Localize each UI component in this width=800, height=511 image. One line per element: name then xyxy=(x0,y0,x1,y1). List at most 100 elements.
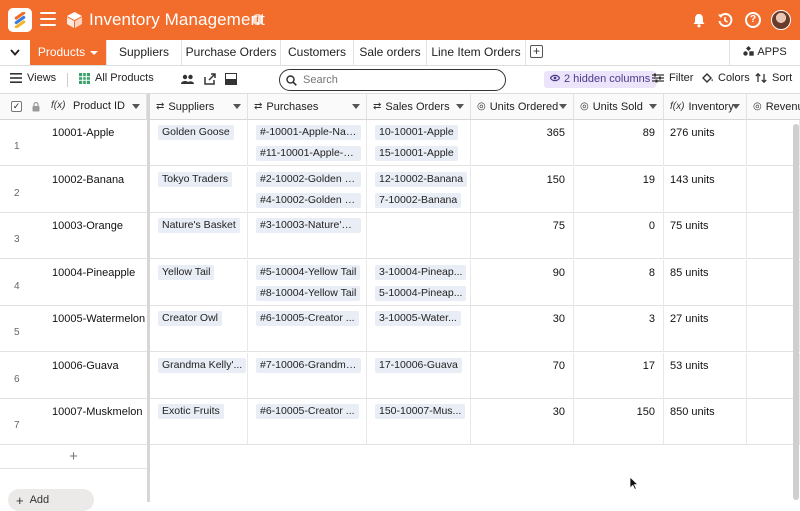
export-icon[interactable] xyxy=(204,73,216,85)
cell-purchases[interactable]: #6-10005-Creator ... xyxy=(248,399,367,445)
views-button[interactable]: Views xyxy=(10,72,56,84)
cell-sales[interactable]: 17-10006-Guava xyxy=(367,352,471,399)
column-header-units-sold[interactable]: ◎ Units Sold xyxy=(574,94,664,120)
cell-units-sold[interactable]: 3 xyxy=(574,306,664,352)
cell-num[interactable]: 7 10007-Muskmelon xyxy=(0,399,147,445)
column-menu-chevron-icon[interactable] xyxy=(732,104,740,109)
purchase-link-chip[interactable]: #7-10006-Grandma... xyxy=(256,357,361,373)
tab-line-item-orders[interactable]: Line Item Orders xyxy=(427,40,526,65)
add-button[interactable]: + Add xyxy=(8,489,94,511)
tab-suppliers[interactable]: Suppliers xyxy=(107,40,182,65)
vertical-scrollbar[interactable] xyxy=(793,124,799,500)
cell-inventory[interactable]: 143 units xyxy=(664,166,747,213)
supplier-link-chip[interactable]: Creator Owl xyxy=(158,311,223,326)
apps-button[interactable]: APPS xyxy=(729,40,800,65)
cell-inventory[interactable]: 85 units xyxy=(664,259,747,306)
column-header-purchases[interactable]: ⇄ Purchases xyxy=(248,94,367,120)
tab-customers[interactable]: Customers xyxy=(281,40,354,65)
sales-order-link-chip[interactable]: 150-10007-Mus... xyxy=(375,404,466,419)
sort-button[interactable]: Sort xyxy=(755,72,792,84)
cell-units-ordered[interactable]: 70 xyxy=(471,352,574,399)
purchase-link-chip[interactable]: #6-10005-Creator ... xyxy=(256,311,359,326)
cell-supplier[interactable]: Creator Owl xyxy=(150,306,248,352)
cell-sales[interactable]: 150-10007-Mus... xyxy=(367,399,471,445)
column-header-suppliers[interactable]: ⇄ Suppliers xyxy=(150,94,248,120)
purchase-link-chip[interactable]: #5-10004-Yellow Tail xyxy=(256,264,361,280)
purchase-link-chip[interactable]: #6-10005-Creator ... xyxy=(256,404,359,419)
cell-num[interactable]: 1 10001-Apple xyxy=(0,120,147,166)
stackby-logo-icon[interactable] xyxy=(8,8,32,32)
cell-purchases[interactable]: #-10001-Apple-Nat... #11-10001-Apple-N... xyxy=(248,120,367,166)
cell-supplier[interactable]: Nature's Basket xyxy=(150,213,248,259)
table-row[interactable]: 6 10006-Guava Grandma Kelly'... #7-10006-Gr… xyxy=(0,352,800,399)
cell-units-sold[interactable]: 17 xyxy=(574,352,664,399)
cell-sales[interactable]: 10-10001-Apple 15-10001-Apple xyxy=(367,120,471,166)
tab-products[interactable]: Products xyxy=(30,40,107,65)
purchase-link-chip[interactable]: #2-10002-Golden G... xyxy=(256,171,361,187)
cell-inventory[interactable]: 276 units xyxy=(664,120,747,166)
cell-num[interactable]: 3 10003-Orange xyxy=(0,213,147,259)
supplier-link-chip[interactable]: Exotic Fruits xyxy=(158,404,224,419)
column-header-inventory[interactable]: f(x) Inventory xyxy=(664,94,747,120)
cell-purchases[interactable]: #7-10006-Grandma... xyxy=(248,352,367,399)
cell-sales[interactable]: 12-10002-Banana 7-10002-Banana xyxy=(367,166,471,213)
supplier-link-chip[interactable]: Tokyo Traders xyxy=(158,171,232,187)
table-row[interactable]: 7 10007-Muskmelon Exotic Fruits #6-10005-Cr… xyxy=(0,399,800,445)
cell-units-ordered[interactable]: 150 xyxy=(471,166,574,213)
cell-units-ordered[interactable]: 90 xyxy=(471,259,574,306)
select-all-checkbox[interactable]: ✓ xyxy=(11,101,22,112)
column-menu-chevron-icon[interactable] xyxy=(649,104,657,109)
cell-units-ordered[interactable]: 75 xyxy=(471,213,574,259)
column-menu-chevron-icon[interactable] xyxy=(456,104,464,109)
add-row-button[interactable]: + xyxy=(0,445,147,469)
table-row[interactable]: 5 10005-Watermelon Creator Owl #6-10005-Cre… xyxy=(0,306,800,352)
column-header-sales-orders[interactable]: ⇄ Sales Orders xyxy=(367,94,471,120)
cell-sales[interactable]: 3-10004-Pineap... 5-10004-Pineap... xyxy=(367,259,471,306)
cell-num[interactable]: 2 10002-Banana xyxy=(0,167,147,213)
history-icon[interactable] xyxy=(717,12,733,28)
add-table-button[interactable]: + xyxy=(530,45,543,58)
cell-supplier[interactable]: Tokyo Traders xyxy=(150,166,248,213)
cell-units-sold[interactable]: 8 xyxy=(574,259,664,306)
cell-units-sold[interactable]: 89 xyxy=(574,120,664,166)
purchase-link-chip[interactable]: #11-10001-Apple-N... xyxy=(256,146,361,161)
table-row[interactable]: 4 10004-Pineapple Yellow Tail #5-10004-Yell… xyxy=(0,259,800,306)
cell-inventory[interactable]: 27 units xyxy=(664,306,747,352)
cell-sales[interactable]: 3-10005-Water... xyxy=(367,306,471,352)
row-height-icon[interactable] xyxy=(225,73,237,85)
supplier-link-chip[interactable]: Grandma Kelly'... xyxy=(158,357,247,373)
cell-supplier[interactable]: Golden Goose xyxy=(150,120,248,166)
hidden-columns-button[interactable]: 2 hidden columns xyxy=(544,71,657,88)
cell-inventory[interactable]: 75 units xyxy=(664,213,747,259)
sales-order-link-chip[interactable]: 17-10006-Guava xyxy=(375,357,462,373)
column-menu-chevron-icon[interactable] xyxy=(352,104,360,109)
avatar[interactable] xyxy=(771,10,791,30)
cell-sales[interactable] xyxy=(367,213,471,259)
purchase-link-chip[interactable]: #3-10003-Nature's ... xyxy=(256,218,361,233)
cell-supplier[interactable]: Grandma Kelly'... xyxy=(150,352,248,399)
cell-units-sold[interactable]: 150 xyxy=(574,399,664,445)
cell-inventory[interactable]: 850 units xyxy=(664,399,747,445)
cell-supplier[interactable]: Exotic Fruits xyxy=(150,399,248,445)
column-menu-chevron-icon[interactable] xyxy=(559,104,567,109)
bell-icon[interactable] xyxy=(691,12,707,28)
cell-units-ordered[interactable]: 30 xyxy=(471,306,574,352)
view-selector[interactable]: All Products xyxy=(79,72,154,84)
purchase-link-chip[interactable]: #8-10004-Yellow Tail xyxy=(256,285,361,301)
column-header-revenue[interactable]: ◎ Revenu xyxy=(747,94,800,120)
cell-purchases[interactable]: #6-10005-Creator ... xyxy=(248,306,367,352)
hamburger-icon[interactable] xyxy=(40,12,56,26)
cell-num[interactable]: 5 10005-Watermelon xyxy=(0,306,147,352)
cell-units-ordered[interactable]: 30 xyxy=(471,399,574,445)
info-icon[interactable]: i xyxy=(252,14,263,25)
column-menu-chevron-icon[interactable] xyxy=(233,104,241,109)
colors-button[interactable]: Colors xyxy=(701,72,750,84)
cell-purchases[interactable]: #3-10003-Nature's ... xyxy=(248,213,367,259)
supplier-link-chip[interactable]: Golden Goose xyxy=(158,125,234,140)
column-header-product-id[interactable]: ✓ f(x) Product ID xyxy=(0,94,147,120)
table-row[interactable]: 1 10001-Apple Golden Goose #-10001-Apple-Na… xyxy=(0,120,800,166)
frozen-column-divider[interactable] xyxy=(147,94,150,502)
sales-order-link-chip[interactable]: 10-10001-Apple xyxy=(375,125,458,140)
sales-order-link-chip[interactable]: 7-10002-Banana xyxy=(375,192,462,208)
cell-supplier[interactable]: Yellow Tail xyxy=(150,259,248,306)
